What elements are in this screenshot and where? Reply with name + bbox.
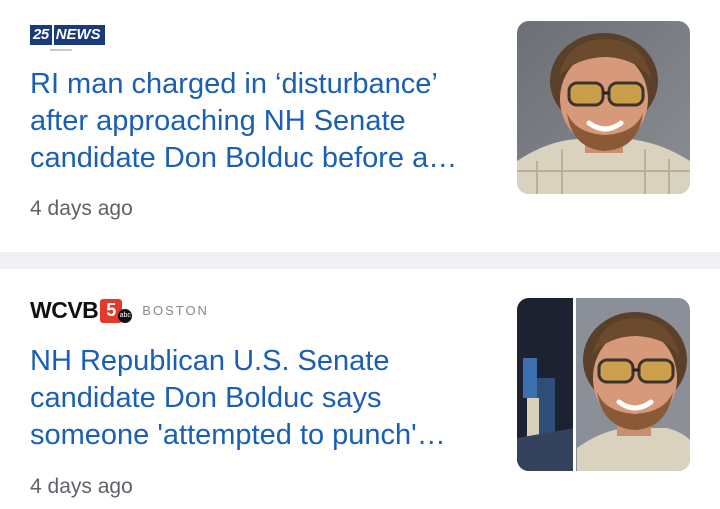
- logo-city-text: BOSTON: [142, 303, 209, 318]
- article-timestamp: 4 days ago: [30, 475, 133, 498]
- logo-underline: [50, 49, 72, 51]
- article-headline[interactable]: NH Republican U.S. Senate candidate Don …: [30, 343, 490, 454]
- abc-logo-icon: abc: [118, 308, 133, 323]
- logo-25-text: 25: [30, 25, 52, 45]
- article-headline[interactable]: RI man charged in ‘disturbance’ after ap…: [30, 66, 490, 177]
- logo-wcvb-text: WCVB: [30, 297, 99, 323]
- article-timestamp: 4 days ago: [30, 197, 133, 220]
- card-divider: [0, 252, 720, 269]
- source-logo-wcvb: WCVB 5 abc BOSTON: [30, 297, 209, 324]
- source-logo-25news: 25 NEWS: [30, 24, 105, 46]
- news-card[interactable]: 25 NEWS RI man charged in ‘disturbance’ …: [0, 0, 720, 252]
- logo-news-text: NEWS: [51, 25, 105, 45]
- news-card[interactable]: WCVB 5 abc BOSTON NH Republican U.S. Sen…: [0, 269, 720, 509]
- person-photo-icon[interactable]: [517, 298, 690, 471]
- person-photo-icon[interactable]: [517, 21, 690, 194]
